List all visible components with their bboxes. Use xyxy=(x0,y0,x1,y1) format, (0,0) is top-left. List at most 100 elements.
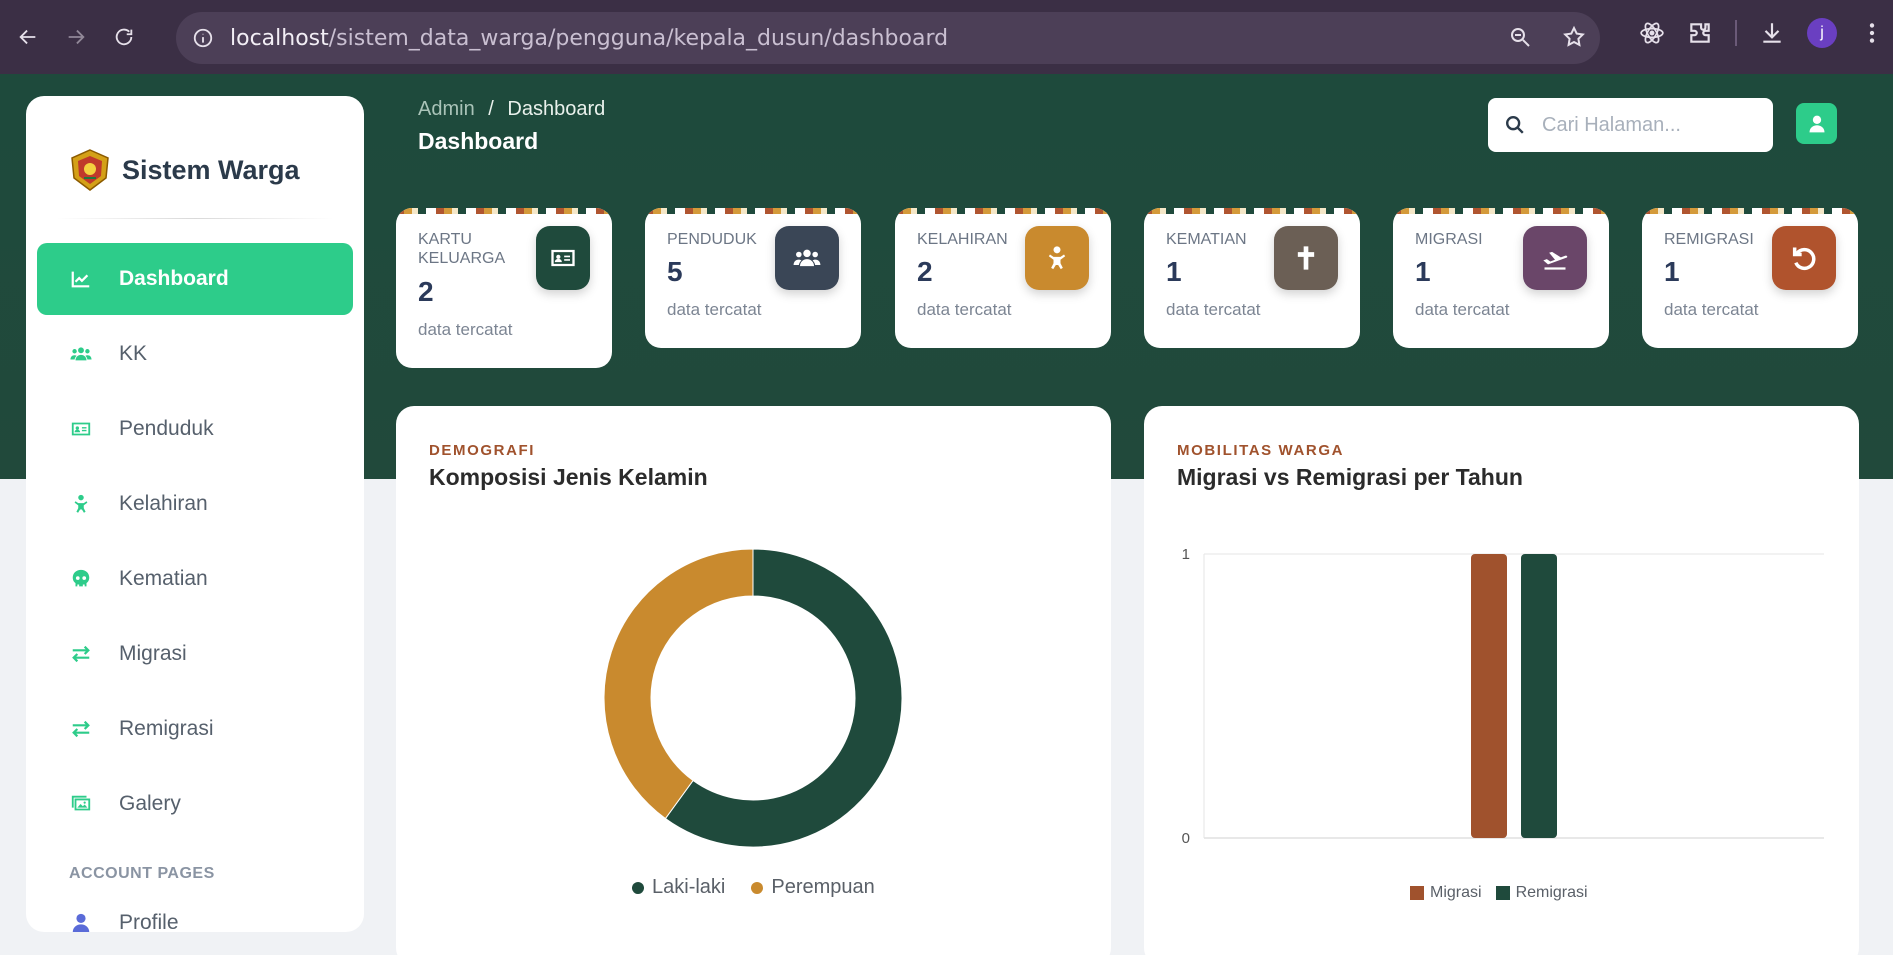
chart-title: Migrasi vs Remigrasi per Tahun xyxy=(1177,464,1523,490)
sidebar-item-label: Profile xyxy=(119,911,179,932)
search-box[interactable] xyxy=(1488,98,1773,152)
stat-sub: data tercatat xyxy=(418,320,513,339)
stat-card-kartu-keluarga[interactable]: KARTU KELUARGA 2 data tercatat xyxy=(396,208,612,368)
arrows-icon xyxy=(69,717,93,741)
user-icon xyxy=(1809,115,1824,132)
sidebar-item-label: Galery xyxy=(119,792,181,815)
user-button[interactable] xyxy=(1796,103,1837,144)
sidebar-item-galery[interactable]: Galery xyxy=(37,768,353,840)
stat-sub: data tercatat xyxy=(667,300,762,319)
users-icon xyxy=(793,249,821,267)
stat-value: 5 xyxy=(667,256,683,287)
stat-label: REMIGRASI xyxy=(1664,231,1754,248)
sidebar-item-label: Remigrasi xyxy=(119,717,214,740)
sidebar-divider xyxy=(56,218,334,219)
stat-icon-box xyxy=(1772,226,1836,290)
brand[interactable]: Sistem Warga xyxy=(26,96,364,206)
donut-slice-perempuan[interactable] xyxy=(603,548,754,820)
stat-card-remigrasi[interactable]: REMIGRASI 1 data tercatat xyxy=(1642,208,1858,348)
stat-sub: data tercatat xyxy=(917,300,1012,319)
sidebar-item-label: Penduduk xyxy=(119,417,214,440)
legend-label: Perempuan xyxy=(771,876,875,898)
chart-icon xyxy=(69,267,93,291)
breadcrumb-separator: / xyxy=(488,98,494,120)
url-text[interactable]: localhost/sistem_data_warga/pengguna/kep… xyxy=(230,26,948,51)
legend-item-perempuan[interactable]: Perempuan xyxy=(751,876,875,899)
mobility-bar-chart: 0120222023202420252026 xyxy=(1182,546,1824,846)
page-title: Dashboard xyxy=(418,128,539,154)
card-stripe xyxy=(895,208,1111,214)
user-icon xyxy=(69,911,93,932)
undo-icon xyxy=(1792,247,1816,271)
legend-item-laki-laki[interactable]: Laki-laki xyxy=(632,876,725,899)
bar-legend: Migrasi Remigrasi xyxy=(1410,884,1588,902)
sidebar-item-profile[interactable]: Profile xyxy=(37,897,353,932)
forward-icon[interactable] xyxy=(56,17,96,57)
site-info-icon[interactable] xyxy=(192,27,214,49)
breadcrumb-current: Dashboard xyxy=(507,98,606,120)
react-devtools-icon[interactable] xyxy=(1639,20,1665,46)
y-tick-label: 0 xyxy=(1182,830,1190,846)
sidebar-item-label: KK xyxy=(119,342,148,365)
bar-remigrasi-2024[interactable] xyxy=(1521,554,1557,838)
page: Sistem Warga Dashboard KK Penduduk Kelah… xyxy=(0,74,1893,955)
breadcrumb-root[interactable]: Admin xyxy=(418,98,475,120)
back-icon[interactable] xyxy=(8,17,48,57)
chart-card-gender: DEMOGRAFI Komposisi Jenis Kelamin Laki-l… xyxy=(396,406,1111,955)
extensions-icon[interactable] xyxy=(1687,20,1713,46)
cross-icon xyxy=(1297,246,1315,270)
card-stripe xyxy=(645,208,861,214)
bookmark-star-icon[interactable] xyxy=(1562,25,1586,49)
section-label-account: ACCOUNT PAGES xyxy=(69,865,215,882)
url-host: localhost xyxy=(230,25,329,51)
card-stripe xyxy=(1642,208,1858,214)
legend-item-migrasi[interactable]: Migrasi xyxy=(1410,884,1482,902)
profile-initial: j xyxy=(1820,24,1824,41)
baby-icon xyxy=(1048,246,1066,270)
stat-icon-box xyxy=(775,226,839,290)
id-card-icon xyxy=(69,417,93,441)
legend-dot xyxy=(632,881,644,894)
address-bar[interactable]: localhost/sistem_data_warga/pengguna/kep… xyxy=(176,12,1600,64)
chart-eyebrow: DEMOGRAFI xyxy=(429,442,536,459)
plane-icon xyxy=(1543,251,1568,270)
stat-sub: data tercatat xyxy=(1664,300,1759,319)
chart-title: Komposisi Jenis Kelamin xyxy=(429,464,708,490)
sidebar-item-remigrasi[interactable]: Remigrasi xyxy=(37,693,353,765)
chart-eyebrow: MOBILITAS WARGA xyxy=(1177,442,1345,459)
zoom-icon[interactable] xyxy=(1508,25,1532,49)
sidebar-item-penduduk[interactable]: Penduduk xyxy=(37,393,353,465)
legend-label: Laki-laki xyxy=(652,876,726,898)
legend-item-remigrasi[interactable]: Remigrasi xyxy=(1495,884,1588,902)
card-stripe xyxy=(396,208,612,214)
stat-card-penduduk[interactable]: PENDUDUK 5 data tercatat xyxy=(645,208,861,348)
stat-card-kematian[interactable]: KEMATIAN 1 data tercatat xyxy=(1144,208,1360,348)
card-stripe xyxy=(1144,208,1360,214)
stat-value: 1 xyxy=(1415,256,1431,287)
stat-card-kelahiran[interactable]: KELAHIRAN 2 data tercatat xyxy=(895,208,1111,348)
stat-sub: data tercatat xyxy=(1166,300,1261,319)
reload-icon[interactable] xyxy=(104,17,144,57)
users-icon xyxy=(69,342,93,366)
sidebar-item-label: Dashboard xyxy=(119,267,229,290)
browser-profile-avatar[interactable]: j xyxy=(1807,18,1837,48)
sidebar-item-dashboard[interactable]: Dashboard xyxy=(37,243,353,315)
sidebar-item-migrasi[interactable]: Migrasi xyxy=(37,618,353,690)
download-icon[interactable] xyxy=(1759,20,1785,46)
stat-icon-box xyxy=(1025,226,1089,290)
y-tick-label: 1 xyxy=(1182,546,1190,563)
brand-logo-icon xyxy=(71,149,109,191)
search-input[interactable] xyxy=(1542,113,1762,137)
sidebar-item-kk[interactable]: KK xyxy=(37,318,353,390)
gender-donut-chart xyxy=(603,548,903,848)
sidebar-menu: Dashboard KK Penduduk Kelahiran Kematian… xyxy=(26,243,364,932)
chart-card-mobility: MOBILITAS WARGA Migrasi vs Remigrasi per… xyxy=(1144,406,1859,955)
search-icon xyxy=(1506,116,1524,134)
browser-menu-icon[interactable] xyxy=(1859,20,1885,46)
legend-swatch xyxy=(1495,886,1510,900)
sidebar-item-kelahiran[interactable]: Kelahiran xyxy=(37,468,353,540)
url-path: /sistem_data_warga/pengguna/kepala_dusun… xyxy=(328,25,949,51)
stat-card-migrasi[interactable]: MIGRASI 1 data tercatat xyxy=(1393,208,1609,348)
sidebar-item-kematian[interactable]: Kematian xyxy=(37,543,353,615)
bar-migrasi-2024[interactable] xyxy=(1471,554,1507,838)
